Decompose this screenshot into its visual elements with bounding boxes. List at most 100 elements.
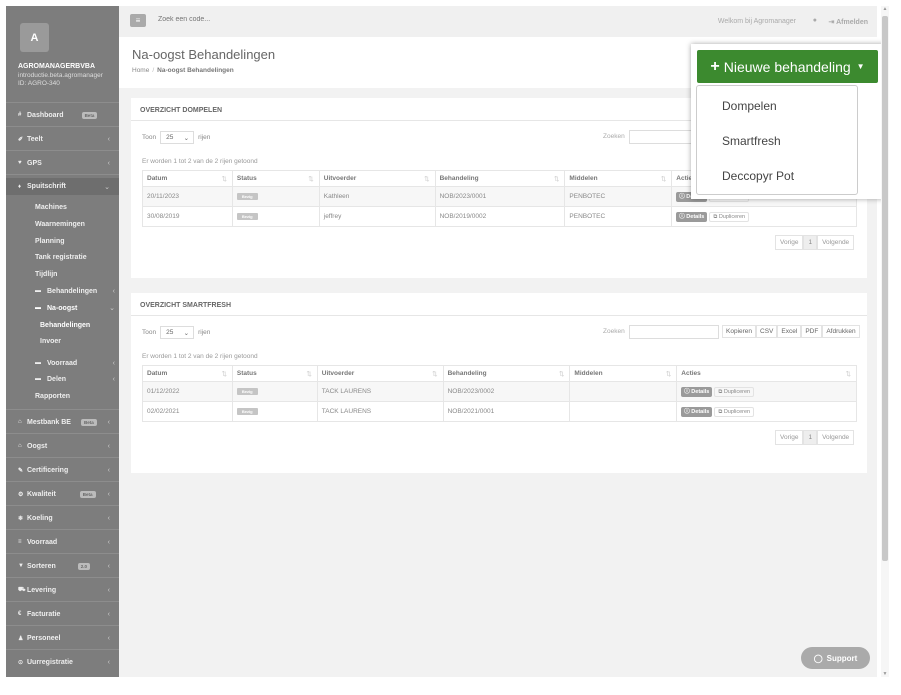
company-name: AGROMANAGERBVBA xyxy=(18,63,95,70)
export-csv-button[interactable]: CSV xyxy=(756,325,778,338)
bell-icon[interactable]: ● xyxy=(813,17,817,24)
sidebar-item-gps[interactable]: ♥ GPS ‹ xyxy=(6,155,119,171)
details-button[interactable]: ⓘ Details xyxy=(681,407,713,417)
clock-icon: ⊙ xyxy=(18,659,24,666)
cell-uitvoerder: TACK LAURENS xyxy=(316,401,444,422)
table-search-input[interactable] xyxy=(629,325,719,339)
duplicate-button[interactable]: ⧉ Dupliceren xyxy=(714,407,755,417)
col-uitvoerder[interactable]: Uitvoerder ⇅ xyxy=(318,170,436,187)
dashboard-icon: # xyxy=(18,112,22,118)
sidebar-item-levering[interactable]: ⛟ Levering ‹ xyxy=(6,582,119,598)
sidebar-sub-tank-registratie[interactable]: Tank registratie xyxy=(35,251,119,263)
sidebar-sub-waarnemingen[interactable]: Waarnemingen xyxy=(35,218,119,230)
sidebar-item-spuitschrift[interactable]: ♦ Spuitschrift ⌄ xyxy=(6,178,119,195)
dropdown-item-deccopyr-pot[interactable]: Deccopyr Pot xyxy=(722,169,794,183)
col-behandeling[interactable]: Behandeling ⇅ xyxy=(434,170,566,187)
pager-prev[interactable]: Vorige xyxy=(775,235,804,250)
sidebar-sub-label: Behandelingen xyxy=(47,287,98,295)
sidebar-item-personeel[interactable]: ♟ Personeel ‹ xyxy=(6,630,119,646)
sidebar-sub-tijdlijn[interactable]: Tijdlijn xyxy=(35,268,119,280)
duplicate-button[interactable]: ⧉ Dupliceren xyxy=(714,387,755,397)
folder-icon: ▬ xyxy=(35,360,41,366)
col-status[interactable]: Status ⇅ xyxy=(231,365,318,382)
sort-icon: ⇅ xyxy=(553,176,560,183)
page-length-select[interactable]: 25 ⌄ xyxy=(160,326,195,339)
toon-label: Toon xyxy=(142,329,157,336)
beta-badge: Beta xyxy=(79,490,96,498)
page-length: Toon 25 ⌄ rijen xyxy=(142,131,210,144)
bank-icon: ⌂ xyxy=(18,419,22,425)
sidebar-sub-na-oogst[interactable]: ▬ Na-oogst ⌄ xyxy=(35,302,119,314)
sidebar-item-kwaliteit[interactable]: ⚙ Kwaliteit Beta ‹ xyxy=(6,486,119,502)
table-search-input[interactable] xyxy=(629,130,699,144)
pager-page[interactable]: 1 xyxy=(803,235,818,250)
details-button[interactable]: ⓘ Details xyxy=(676,212,708,222)
page-scrollbar[interactable]: ▲ ▼ xyxy=(881,6,889,677)
logout-label: Afmelden xyxy=(836,19,868,26)
table-row: 30/08/2019 Bezig jeffrey NOB/2019/0002 P… xyxy=(142,206,857,227)
cell-acties: ⓘ Details⧉ Dupliceren xyxy=(676,381,857,402)
sidebar-item-koeling[interactable]: ❄ Koeling ‹ xyxy=(6,510,119,526)
table-info: Er worden 1 tot 2 van de 2 rijen getoond xyxy=(142,158,258,165)
sidebar-item-mestbank[interactable]: ⌂ Mestbank BE Beta ‹ xyxy=(6,414,119,430)
col-behandeling[interactable]: Behandeling ⇅ xyxy=(442,365,571,382)
table-row: 02/02/2021 Bezig TACK LAURENS NOB/2021/0… xyxy=(142,401,857,422)
sidebar-sub-na-oogst-invoer[interactable]: Invoer xyxy=(40,335,119,347)
cell-behandeling: NOB/2019/0002 xyxy=(434,206,566,227)
code-search-input[interactable] xyxy=(158,16,308,23)
sidebar-item-uurregistratie[interactable]: ⊙ Uurregistratie ‹ xyxy=(6,654,119,670)
menu-toggle-icon[interactable]: ≡ xyxy=(130,14,146,27)
chevron-left-icon: ‹ xyxy=(107,586,110,594)
col-middelen[interactable]: Middelen ⇅ xyxy=(569,365,678,382)
sidebar-sub-rapporten[interactable]: Rapporten xyxy=(35,390,119,402)
sidebar-sub-machines[interactable]: Machines xyxy=(35,201,119,213)
col-label: Middelen xyxy=(569,175,598,182)
table-row: 01/12/2022 Bezig TACK LAURENS NOB/2023/0… xyxy=(142,381,857,402)
col-acties[interactable]: Acties ⇅ xyxy=(676,365,857,382)
dropdown-item-smartfresh[interactable]: Smartfresh xyxy=(722,134,781,148)
sidebar-item-dashboard[interactable]: # Dashboard Beta xyxy=(6,107,119,123)
col-datum[interactable]: Datum ⇅ xyxy=(142,365,233,382)
export-copy-button[interactable]: Kopieren xyxy=(722,325,757,338)
pager-next[interactable]: Volgende xyxy=(817,235,855,250)
new-treatment-button[interactable]: + Nieuwe behandeling ▼ xyxy=(697,50,878,83)
col-middelen[interactable]: Middelen ⇅ xyxy=(564,170,673,187)
page-length-select[interactable]: 25 ⌄ xyxy=(160,131,195,144)
pager-prev[interactable]: Vorige xyxy=(775,430,804,445)
breadcrumb-home[interactable]: Home xyxy=(132,67,149,74)
export-pdf-button[interactable]: PDF xyxy=(801,325,823,338)
sidebar-item-facturatie[interactable]: € Facturatie ‹ xyxy=(6,606,119,622)
sidebar-sub-delen[interactable]: ▬ Delen ‹ xyxy=(35,373,119,385)
cell-uitvoerder: Kathleen xyxy=(318,186,436,207)
sidebar-sub-na-oogst-behandelingen[interactable]: Behandelingen xyxy=(40,319,119,331)
export-excel-button[interactable]: Excel xyxy=(777,325,802,338)
sidebar-item-sorteren[interactable]: ▼ Sorteren 2.0 ‹ xyxy=(6,558,119,574)
scroll-up-icon[interactable]: ▲ xyxy=(881,6,889,12)
details-label: Details xyxy=(691,409,710,415)
duplicate-button[interactable]: ⧉ Dupliceren xyxy=(709,212,750,222)
support-button[interactable]: ◯ Support xyxy=(801,647,870,669)
sidebar-item-label: Koeling xyxy=(27,514,53,522)
sidebar-item-teelt[interactable]: ✐ Teelt ‹ xyxy=(6,131,119,147)
col-datum[interactable]: Datum ⇅ xyxy=(142,170,233,187)
sidebar-item-certificering[interactable]: ✎ Certificering ‹ xyxy=(6,462,119,478)
sidebar-sub-voorraad[interactable]: ▬ Voorraad ‹ xyxy=(35,357,119,369)
col-status[interactable]: Status ⇅ xyxy=(231,170,320,187)
scroll-thumb[interactable] xyxy=(882,16,888,561)
pager-next[interactable]: Volgende xyxy=(817,430,855,445)
cell-uitvoerder: jeffrey xyxy=(318,206,436,227)
logout-link[interactable]: ⇥ Afmelden xyxy=(829,18,868,26)
sidebar-sub-behandelingen[interactable]: ▬ Behandelingen ‹ xyxy=(35,285,119,297)
col-uitvoerder[interactable]: Uitvoerder ⇅ xyxy=(316,365,444,382)
cell-datum: 02/02/2021 xyxy=(142,401,233,422)
dropdown-item-dompelen[interactable]: Dompelen xyxy=(722,99,777,113)
pager-page[interactable]: 1 xyxy=(803,430,818,445)
export-print-button[interactable]: Afdrukken xyxy=(822,325,860,338)
sidebar-item-oogst[interactable]: ⌂ Oogst ‹ xyxy=(6,438,119,454)
page-length: Toon 25 ⌄ rijen xyxy=(142,326,210,339)
details-button[interactable]: ⓘ Details xyxy=(681,387,713,397)
sidebar-sub-planning[interactable]: Planning xyxy=(35,235,119,247)
sidebar-item-voorraad[interactable]: ≡ Voorraad ‹ xyxy=(6,534,119,550)
col-label: Acties xyxy=(681,370,701,377)
scroll-down-icon[interactable]: ▼ xyxy=(881,671,889,677)
